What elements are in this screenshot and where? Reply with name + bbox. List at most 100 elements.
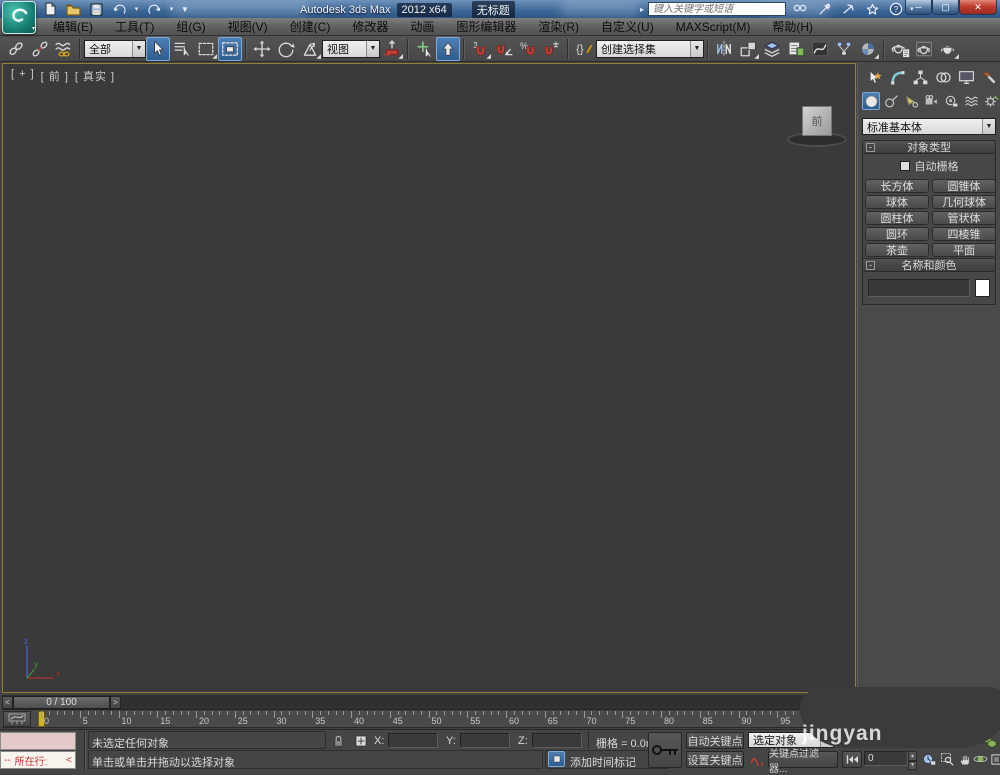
minimize-button[interactable]: ─ — [905, 0, 932, 15]
render-setup-icon[interactable] — [888, 37, 912, 61]
communication-center-icon[interactable] — [814, 1, 834, 17]
select-and-scale-icon[interactable]: ◢ — [298, 37, 322, 61]
select-and-manipulate-icon[interactable] — [412, 37, 436, 61]
object-type-button-5[interactable]: 管状体 — [932, 211, 996, 225]
menu-item-8[interactable]: 渲染(R) — [527, 18, 590, 36]
bind-to-space-warp-icon[interactable] — [52, 37, 76, 61]
select-and-link-icon[interactable] — [4, 37, 28, 61]
orbit-icon[interactable] — [972, 751, 989, 767]
z-coordinate-field[interactable] — [532, 733, 582, 748]
select-and-rotate-icon[interactable] — [274, 37, 298, 61]
subtab-shapes[interactable] — [882, 92, 900, 110]
rollout-collapse-icon[interactable]: - — [866, 261, 875, 270]
curve-editor-icon[interactable] — [808, 37, 832, 61]
time-configuration-icon[interactable] — [920, 751, 937, 767]
app-logo-button[interactable]: ▾ — [2, 1, 36, 34]
menu-item-1[interactable]: 工具(T) — [104, 18, 165, 36]
pan-hand-icon[interactable] — [956, 751, 973, 767]
rectangular-selection-region-icon[interactable]: ◢ — [194, 37, 218, 61]
edit-named-selection-sets-icon[interactable]: {} — [572, 37, 596, 61]
tab-create[interactable] — [864, 67, 884, 87]
frame-spinner[interactable]: ▲ ▼ — [908, 751, 917, 770]
spinner-snap-toggle-icon[interactable] — [540, 37, 564, 61]
layer-manager-icon[interactable] — [760, 37, 784, 61]
selection-lock-toggle-icon[interactable] — [330, 733, 347, 749]
rollout-collapse-icon[interactable]: - — [866, 143, 875, 152]
tab-motion[interactable] — [933, 67, 953, 87]
close-button[interactable]: ✕ — [959, 0, 997, 15]
viewport-front[interactable]: [ + ] [ 前 ] [ 真实 ] 前 z x y — [2, 63, 856, 693]
select-and-move-icon[interactable] — [250, 37, 274, 61]
align-icon[interactable]: ◢ — [736, 37, 760, 61]
named-selection-sets-dropdown[interactable]: 创建选择集 ▼ — [596, 39, 704, 58]
spinner-up-icon[interactable]: ▲ — [908, 751, 917, 761]
maximize-button[interactable]: ▢ — [932, 0, 959, 15]
set-key-button[interactable]: 设置关键点 — [686, 751, 744, 768]
menu-item-5[interactable]: 修改器 — [341, 18, 399, 36]
unlink-selection-icon[interactable] — [28, 37, 52, 61]
subscription-center-icon[interactable] — [838, 1, 858, 17]
infocenter-expand-icon[interactable]: ▸ — [640, 5, 644, 14]
subtab-helpers[interactable] — [942, 92, 960, 110]
search-input[interactable] — [648, 2, 787, 16]
menu-item-7[interactable]: 图形编辑器 — [445, 18, 527, 36]
subtab-cameras[interactable] — [922, 92, 940, 110]
object-type-button-7[interactable]: 四棱锥 — [932, 227, 996, 241]
tab-utilities[interactable] — [979, 67, 999, 87]
previous-frame-button[interactable]: < — [2, 695, 13, 709]
object-type-rollout-header[interactable]: - 对象类型 — [862, 140, 996, 154]
dropdown-arrow-icon[interactable]: ▼ — [982, 119, 995, 134]
subtab-geometry[interactable] — [862, 92, 880, 110]
viewport-menu-shading[interactable]: [ 真实 ] — [75, 68, 115, 84]
menu-item-2[interactable]: 组(G) — [165, 18, 216, 36]
menu-item-11[interactable]: 帮助(H) — [761, 18, 824, 36]
x-coordinate-field[interactable] — [388, 733, 438, 748]
undo-dropdown-icon[interactable]: ▾ — [132, 1, 141, 17]
tab-hierarchy[interactable] — [910, 67, 930, 87]
object-type-button-4[interactable]: 圆柱体 — [865, 211, 929, 225]
spinner-down-icon[interactable]: ▼ — [908, 761, 917, 770]
object-type-button-1[interactable]: 圆锥体 — [932, 179, 996, 193]
save-file-icon[interactable] — [86, 1, 106, 17]
object-type-button-6[interactable]: 圆环 — [865, 227, 929, 241]
menu-item-3[interactable]: 视图(V) — [217, 18, 279, 36]
schematic-view-icon[interactable] — [832, 37, 856, 61]
viewcube[interactable]: 前 — [785, 92, 849, 152]
dropdown-arrow-icon[interactable]: ▼ — [366, 40, 379, 57]
reference-coordinate-dropdown[interactable]: 视图 ▼ — [322, 39, 380, 58]
redo-dropdown-icon[interactable]: ▾ — [167, 1, 176, 17]
autogrid-checkbox[interactable] — [899, 161, 910, 171]
keyboard-shortcut-override-icon[interactable] — [436, 36, 460, 61]
use-pivot-point-center-icon[interactable]: ◢ — [380, 37, 404, 61]
primitive-category-dropdown[interactable]: 标准基本体 ▼ — [862, 118, 996, 135]
time-slider-handle[interactable]: 0 / 100 — [13, 695, 110, 709]
name-color-rollout-header[interactable]: - 名称和颜色 — [862, 258, 996, 272]
help-icon[interactable]: ? — [886, 1, 906, 17]
subtab-space-warps[interactable] — [962, 92, 980, 110]
material-editor-icon[interactable]: ◢ — [856, 37, 880, 61]
go-to-start-button[interactable] — [842, 751, 862, 768]
absolute-mode-transform-typein-icon[interactable] — [352, 733, 369, 749]
open-mini-curve-editor-button[interactable] — [3, 711, 31, 727]
render-production-icon[interactable]: ◢ — [936, 37, 960, 61]
menu-item-9[interactable]: 自定义(U) — [590, 18, 665, 36]
search-icon[interactable] — [790, 1, 810, 17]
undo-icon[interactable] — [109, 1, 129, 17]
object-color-swatch[interactable] — [975, 279, 990, 297]
menu-item-0[interactable]: 编辑(E) — [42, 18, 104, 36]
redo-icon[interactable] — [144, 1, 164, 17]
dropdown-arrow-icon[interactable]: ▼ — [132, 40, 145, 57]
select-object-icon[interactable] — [146, 36, 170, 61]
object-type-button-9[interactable]: 平面 — [932, 243, 996, 257]
set-keys-button[interactable] — [648, 732, 682, 768]
track-ruler[interactable]: 0 5 10 15 20 25 30 35 40 45 50 55 60 65 70 75 80 85 90 95 — [2, 711, 856, 728]
new-scene-icon[interactable] — [40, 1, 60, 17]
window-crossing-toggle-icon[interactable] — [218, 36, 242, 61]
y-coordinate-field[interactable] — [460, 733, 510, 748]
object-type-button-0[interactable]: 长方体 — [865, 179, 929, 193]
rendered-frame-window-icon[interactable] — [912, 37, 936, 61]
next-frame-button[interactable]: > — [110, 695, 121, 709]
viewcube-front-face[interactable]: 前 — [802, 106, 832, 136]
dropdown-arrow-icon[interactable]: ▼ — [690, 40, 703, 57]
script-listener-field[interactable]: -- 所在行: < — [0, 751, 76, 769]
